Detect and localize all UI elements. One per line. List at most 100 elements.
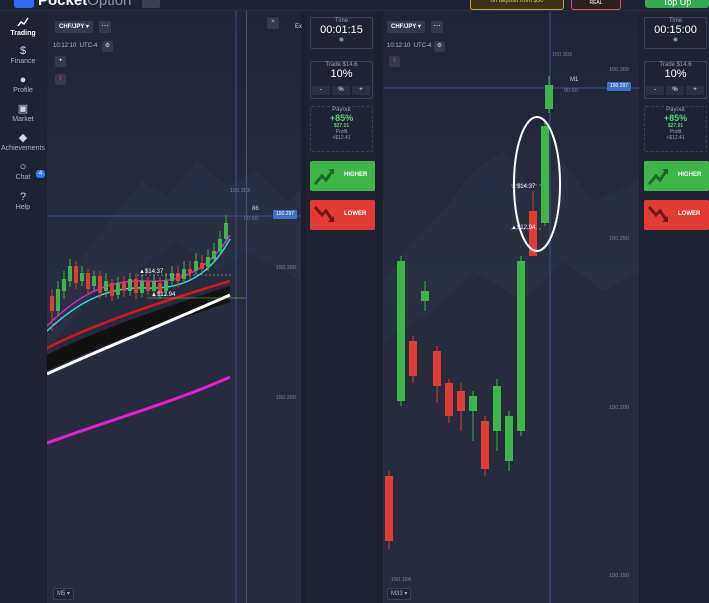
- decrease-button[interactable]: -: [312, 86, 330, 95]
- sidebar-item-achievements[interactable]: ◆ Achievements: [0, 132, 46, 152]
- percent-button[interactable]: %: [332, 86, 350, 95]
- candle-up: [218, 239, 222, 251]
- trade-value: 10%: [664, 68, 687, 80]
- arrow-down-icon: [647, 206, 669, 222]
- scale-label: 150.300: [609, 67, 629, 73]
- chart-panel-left[interactable]: CHF/JPY ▾ ⋯ 10:12:10 UTC-4 ⚙ • ‖ 150.303…: [47, 11, 301, 603]
- increase-button[interactable]: +: [352, 86, 370, 95]
- candles-chart-right: [383, 11, 639, 603]
- chart-panel-right[interactable]: CHF/JPY ▾ ⋯ 10:12:10 UTC-4 ⚙ ‖ 150.303 M…: [383, 11, 639, 603]
- help-icon: ?: [19, 191, 27, 203]
- trade-marker-1: ▲$14.37: [139, 269, 164, 275]
- candle-down: [457, 391, 465, 411]
- sidebar-item-label: Help: [15, 204, 31, 211]
- candle-down: [409, 341, 417, 376]
- candle-down: [50, 296, 54, 311]
- candle-down: [481, 421, 489, 469]
- scale-label: 150.150: [609, 573, 629, 579]
- sidebar-item-label: Profile: [13, 87, 33, 94]
- expand-label: Ex: [295, 24, 303, 30]
- candle-down: [176, 273, 180, 281]
- candle-down: [445, 383, 453, 416]
- timer-label: M1: [570, 77, 579, 83]
- higher-button[interactable]: HIGHER: [644, 161, 709, 191]
- candle-up: [62, 279, 66, 291]
- top-bar: PocketOption on deposit from $50 REAL To…: [0, 0, 709, 11]
- sidebar-item-label: Trading: [10, 30, 36, 37]
- payout-box: Payout +85% $27.01 Profit +$12.41: [644, 106, 707, 152]
- candle-up: [182, 269, 186, 279]
- clock-icon: ◉: [672, 37, 679, 43]
- time-box[interactable]: Time 00:01:15 ◉: [310, 17, 373, 49]
- percent-button[interactable]: %: [666, 86, 684, 95]
- candle-down: [385, 476, 393, 541]
- candle-up: [421, 291, 429, 301]
- ma-red: [47, 279, 231, 350]
- lower-button[interactable]: LOWER: [644, 200, 709, 230]
- current-price-tag: 150.297: [273, 210, 298, 219]
- candle-down: [74, 266, 78, 283]
- sidebar-item-label: Finance: [10, 58, 36, 65]
- lower-button[interactable]: LOWER: [310, 200, 375, 230]
- candle-up: [152, 281, 156, 291]
- sidebar-item-profile[interactable]: ● Profile: [0, 74, 46, 94]
- candle-up: [128, 279, 132, 291]
- candle-up: [493, 386, 501, 431]
- candle-up: [92, 276, 96, 286]
- candle-up: [80, 273, 84, 281]
- time-value: 00:01:15: [320, 24, 363, 36]
- scale-label: 150.200: [609, 405, 629, 411]
- current-price-tag: 150.297: [607, 82, 632, 91]
- scale-label: 150.200: [276, 395, 296, 401]
- sidebar-item-finance[interactable]: $ Finance: [0, 45, 46, 65]
- time-box[interactable]: Time 00:15:00 ◉: [644, 17, 707, 49]
- grid-icon[interactable]: [142, 0, 160, 8]
- trade-panel-left: Time 00:01:15 ◉ Trade $14.6 10% - % + Pa…: [306, 11, 375, 603]
- candle-up: [140, 281, 144, 293]
- logo-icon: [14, 0, 34, 8]
- candle-up: [224, 223, 228, 239]
- dollar-icon: $: [19, 45, 27, 57]
- candle-down: [188, 269, 192, 273]
- higher-button[interactable]: HIGHER: [310, 161, 375, 191]
- candle-down: [98, 276, 102, 293]
- collapse-icon[interactable]: ✕: [267, 17, 279, 29]
- candle-up: [505, 416, 513, 461]
- promo-banner[interactable]: on deposit from $50: [470, 0, 564, 10]
- sidebar-item-help[interactable]: ? Help: [0, 191, 46, 211]
- trading-chart-icon: [0, 17, 46, 30]
- trade-marker-2: ▲$12.94: [511, 225, 536, 231]
- arrow-up-icon: [313, 169, 335, 185]
- sidebar: Trading $ Finance ● Profile ▣ Market ◆ A…: [0, 11, 46, 603]
- arrow-up-icon: [647, 169, 669, 185]
- profit-value: +$12.41: [666, 135, 685, 141]
- timeframe-selector[interactable]: M33 ▾: [387, 588, 412, 600]
- decrease-button[interactable]: -: [646, 86, 664, 95]
- candle-down: [146, 281, 150, 291]
- logo: PocketOption: [38, 0, 132, 9]
- candle-up: [469, 396, 477, 411]
- candle-up: [56, 289, 60, 311]
- cart-icon: ▣: [17, 103, 29, 115]
- candle-down: [122, 283, 126, 291]
- candle-up: [164, 281, 168, 291]
- sidebar-item-label: Chat: [15, 174, 31, 181]
- sidebar-item-label: Achievements: [1, 145, 45, 152]
- candle-down: [200, 263, 204, 269]
- sidebar-item-label: Market: [12, 116, 34, 123]
- candle-up: [517, 261, 525, 431]
- sidebar-item-trading[interactable]: Trading: [0, 17, 46, 37]
- payout-percent: +85%: [329, 113, 354, 123]
- top-up-button[interactable]: Top Up: [645, 0, 709, 8]
- increase-button[interactable]: +: [686, 86, 704, 95]
- chart-split-line: [246, 11, 247, 603]
- account-type-button[interactable]: REAL: [571, 0, 621, 10]
- candle-down: [110, 283, 114, 296]
- timer-label: 86: [252, 206, 259, 212]
- sidebar-item-market[interactable]: ▣ Market: [0, 103, 46, 123]
- timeframe-selector[interactable]: M5 ▾: [53, 588, 75, 600]
- price-top-label: 150.303: [552, 52, 572, 58]
- timer-sub-label: 00:50: [564, 88, 578, 94]
- scale-label: 150.250: [609, 236, 629, 242]
- candle-up: [206, 257, 210, 267]
